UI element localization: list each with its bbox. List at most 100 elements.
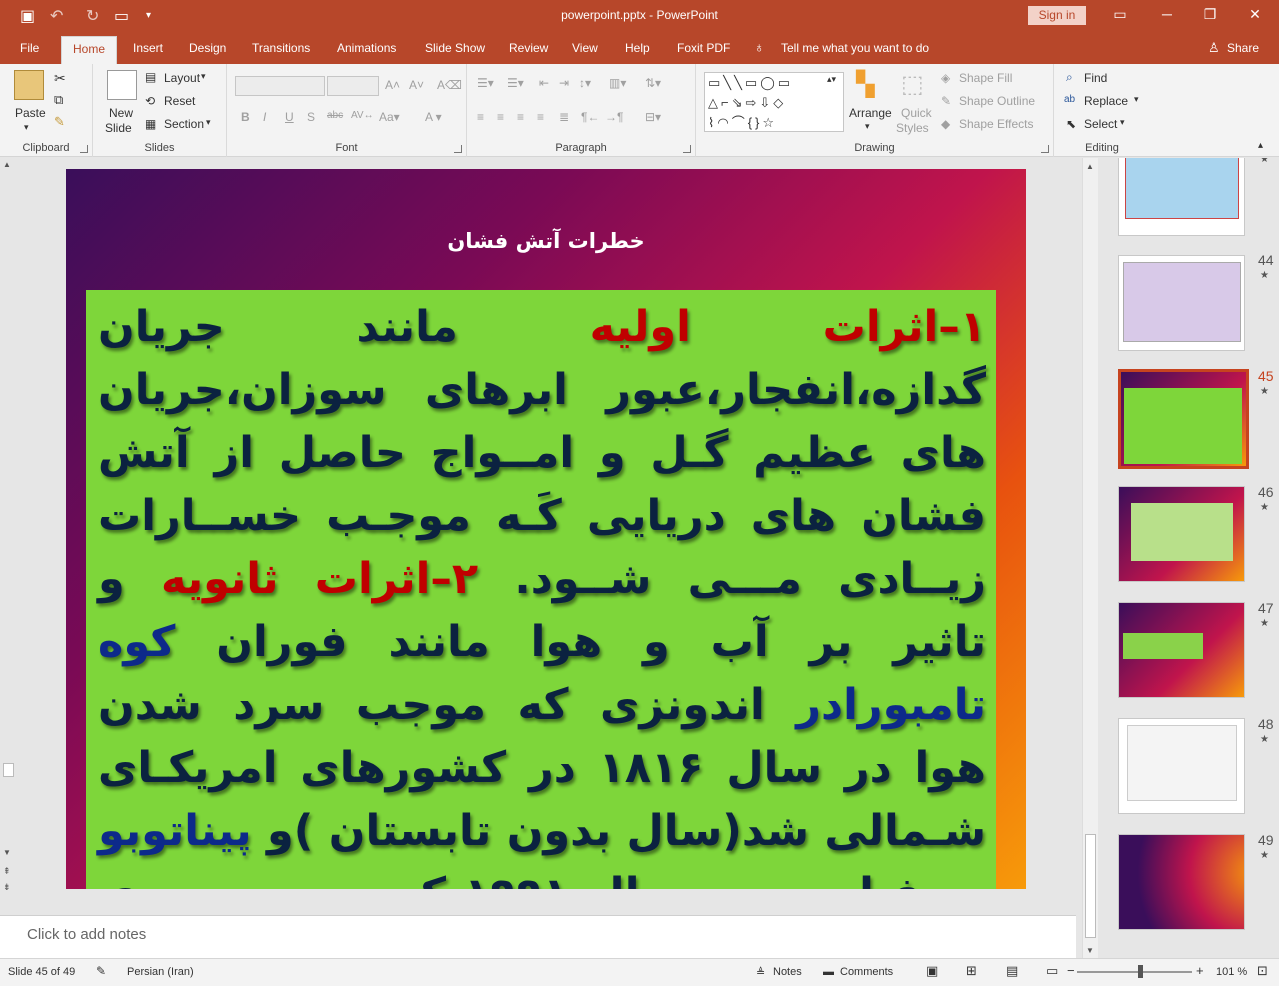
- ribbon-display-options-icon[interactable]: ▭: [1110, 6, 1130, 23]
- font-size-combo[interactable]: [327, 76, 379, 96]
- format-painter-icon[interactable]: ✎: [54, 114, 65, 130]
- justify-icon[interactable]: ≡: [537, 110, 544, 124]
- clear-formatting-icon[interactable]: A⌫: [437, 78, 462, 92]
- thumb-scroll-thumb[interactable]: [1085, 834, 1096, 938]
- align-text-icon[interactable]: ⊟▾: [645, 110, 661, 124]
- thumbnail-slide-45[interactable]: [1118, 369, 1249, 469]
- paste-button[interactable]: Paste: [15, 106, 46, 120]
- thumbnail-scrollbar[interactable]: ▲ ▼: [1082, 158, 1098, 958]
- font-name-combo[interactable]: [235, 76, 325, 96]
- drawing-launcher-icon[interactable]: [1041, 145, 1049, 153]
- replace-dropdown-icon[interactable]: ▾: [1134, 94, 1139, 105]
- zoom-slider-track[interactable]: [1077, 971, 1192, 973]
- shape-fill-button[interactable]: Shape Fill: [959, 71, 1012, 85]
- quick-styles-icon[interactable]: ⬚: [901, 70, 931, 100]
- shapes-gallery[interactable]: ▭╲╲▭◯▭ △⌐⇘⇨⇩◇ ⌇◠⌒{}☆: [704, 72, 844, 132]
- new-slide-icon[interactable]: [107, 70, 137, 100]
- numbering-icon[interactable]: ☰▾: [507, 76, 524, 90]
- share-button[interactable]: Share: [1227, 41, 1259, 55]
- bullets-icon[interactable]: ☰▾: [477, 76, 494, 90]
- scroll-up-icon[interactable]: ▲: [3, 160, 11, 169]
- distributed-icon[interactable]: ≣: [559, 110, 569, 124]
- slide-sorter-view-icon[interactable]: ⊞: [966, 963, 977, 979]
- section-dropdown-icon[interactable]: ▾: [206, 117, 211, 128]
- left-scrollbar[interactable]: ▲ ▼ ⇞ ⇟: [0, 158, 16, 915]
- select-button[interactable]: Select: [1084, 117, 1117, 131]
- tab-help[interactable]: Help: [625, 41, 650, 55]
- section-button[interactable]: Section: [164, 117, 204, 131]
- font-launcher-icon[interactable]: [454, 145, 462, 153]
- sign-in-button[interactable]: Sign in: [1028, 6, 1086, 25]
- increase-indent-icon[interactable]: ⇥: [559, 76, 569, 90]
- shape-outline-button[interactable]: Shape Outline: [959, 94, 1035, 108]
- arrange-button[interactable]: Arrange: [849, 106, 892, 120]
- normal-view-icon[interactable]: ▣: [926, 963, 938, 979]
- reading-view-icon[interactable]: ▤: [1006, 963, 1018, 979]
- paste-icon[interactable]: [14, 70, 44, 100]
- replace-button[interactable]: Replace: [1084, 94, 1128, 108]
- zoom-slider-thumb[interactable]: [1138, 965, 1143, 978]
- tab-animations[interactable]: Animations: [337, 41, 396, 55]
- comments-toggle-button[interactable]: Comments: [840, 966, 893, 978]
- zoom-in-icon[interactable]: +: [1196, 963, 1204, 978]
- zoom-level[interactable]: 101 %: [1216, 966, 1247, 978]
- tab-foxit-pdf[interactable]: Foxit PDF: [677, 41, 730, 55]
- thumb-scroll-up-icon[interactable]: ▲: [1086, 162, 1094, 171]
- slide-content-box[interactable]: ۱–اثرات اولیه مانند جریان گدازه،انفجار،ع…: [86, 290, 996, 889]
- tab-slide-show[interactable]: Slide Show: [425, 41, 485, 55]
- bold-icon[interactable]: B: [241, 110, 250, 124]
- layout-dropdown-icon[interactable]: ▾: [201, 71, 206, 82]
- paragraph-launcher-icon[interactable]: [683, 145, 691, 153]
- slide-show-view-icon[interactable]: ▭: [1046, 963, 1058, 979]
- shapes-more-icon[interactable]: ▴▾: [827, 74, 836, 85]
- decrease-font-size-icon[interactable]: A˅: [409, 78, 424, 92]
- align-left-icon[interactable]: ≡: [477, 110, 484, 124]
- thumbnail-slide-47[interactable]: [1118, 602, 1245, 698]
- paste-dropdown-icon[interactable]: ▾: [24, 122, 29, 133]
- notes-toggle-button[interactable]: Notes: [773, 966, 802, 978]
- tab-home[interactable]: Home: [61, 36, 118, 64]
- find-button[interactable]: Find: [1084, 71, 1107, 85]
- tab-insert[interactable]: Insert: [133, 41, 163, 55]
- new-slide-label-1[interactable]: New: [109, 106, 133, 120]
- slide-title[interactable]: خطرات آتش فشان: [66, 229, 1026, 253]
- tell-me-search[interactable]: Tell me what you want to do: [781, 41, 929, 55]
- underline-icon[interactable]: U: [285, 110, 294, 124]
- language-indicator[interactable]: Persian (Iran): [127, 966, 194, 978]
- increase-font-size-icon[interactable]: A˄: [385, 78, 400, 92]
- quick-styles-label-2[interactable]: Styles: [896, 121, 929, 135]
- clipboard-launcher-icon[interactable]: [80, 145, 88, 153]
- strikethrough-icon[interactable]: abc: [327, 110, 343, 121]
- arrange-dropdown-icon[interactable]: ▾: [865, 121, 870, 132]
- tab-design[interactable]: Design: [189, 41, 226, 55]
- arrange-icon[interactable]: ▚: [856, 70, 886, 100]
- new-slide-label-2[interactable]: Slide: [105, 121, 132, 135]
- tab-transitions[interactable]: Transitions: [252, 41, 310, 55]
- spelling-check-icon[interactable]: ✎: [96, 964, 106, 978]
- text-direction-icon[interactable]: ⇅▾: [645, 76, 661, 90]
- character-spacing-icon[interactable]: AV↔: [351, 110, 374, 121]
- thumbnail-slide-46[interactable]: [1118, 486, 1245, 582]
- notes-placeholder[interactable]: Click to add notes: [27, 926, 146, 943]
- thumbnail-slide-43[interactable]: [1118, 158, 1245, 236]
- tab-view[interactable]: View: [572, 41, 598, 55]
- fit-slide-icon[interactable]: ⊡: [1257, 963, 1268, 979]
- italic-icon[interactable]: I: [263, 110, 266, 124]
- thumbnail-slide-48[interactable]: [1118, 718, 1245, 814]
- copy-icon[interactable]: ⧉: [54, 92, 63, 108]
- tab-review[interactable]: Review: [509, 41, 548, 55]
- zoom-out-icon[interactable]: −: [1067, 963, 1075, 978]
- thumbnail-slide-49[interactable]: [1118, 834, 1245, 930]
- close-icon[interactable]: ✕: [1245, 6, 1265, 23]
- layout-button[interactable]: Layout: [164, 71, 200, 85]
- change-case-icon[interactable]: Aa▾: [379, 110, 400, 124]
- restore-icon[interactable]: ❐: [1200, 6, 1220, 23]
- reset-button[interactable]: Reset: [164, 94, 195, 108]
- shadow-icon[interactable]: S: [307, 110, 315, 124]
- shape-effects-button[interactable]: Shape Effects: [959, 117, 1034, 131]
- previous-slide-icon[interactable]: ⇞: [3, 866, 11, 877]
- quick-styles-label-1[interactable]: Quick: [901, 106, 932, 120]
- thumb-scroll-down-icon[interactable]: ▼: [1086, 946, 1094, 955]
- line-spacing-icon[interactable]: ↕▾: [579, 76, 591, 90]
- collapse-ribbon-icon[interactable]: ▴: [1258, 140, 1263, 151]
